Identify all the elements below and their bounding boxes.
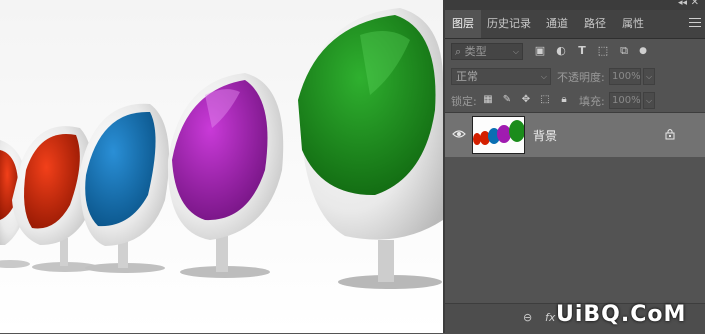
lock-all-icon[interactable]: 🔒︎ [558,94,570,106]
collapse-panel-icon[interactable]: ◂◂ [678,0,687,8]
canvas-image [0,0,443,333]
lock-icon [665,129,675,140]
panel-header-bar: ◂◂ ✕ [445,0,705,10]
layer-row[interactable]: 背景 [445,113,705,157]
blend-mode-select[interactable]: 正常 ⌵ [451,68,551,85]
smart-object-filter-icon[interactable]: ⧉ [617,44,631,58]
search-icon: ⌕ [455,45,462,58]
lock-paint-icon[interactable]: ✎ [501,94,513,106]
adjustment-filter-icon[interactable]: ◐ [554,44,568,58]
panel-menu-icon[interactable] [689,18,701,28]
tab-history[interactable]: 历史记录 [480,10,538,38]
layers-panel: ◂◂ ✕ 图层 历史记录 通道 路径 属性 ⌕ 类型 ⌵ ▣ ◐ T ⬚ ⧉ ●… [445,0,705,334]
fill-label: 填充: [579,95,605,108]
fill-input[interactable]: 100% [609,92,641,109]
chevron-down-icon: ⌵ [512,47,519,56]
lock-artboard-icon[interactable]: ⬚ [539,94,551,106]
tab-paths[interactable]: 路径 [577,10,613,38]
panel-tabs: 图层 历史记录 通道 路径 属性 [445,10,705,39]
filter-kind-select[interactable]: ⌕ 类型 ⌵ [451,43,523,60]
link-icon[interactable]: ⊖ [523,311,532,324]
watermark: UiBQ.CoM [556,302,687,327]
layer-thumbnail [472,116,525,154]
lock-row: 锁定: ▦ ✎ ✥ ⬚ 🔒︎ 填充: 100% ⌵ [445,90,705,113]
fx-icon[interactable]: fx [545,311,555,324]
tab-channels[interactable]: 通道 [539,10,575,38]
opacity-input[interactable]: 100% [609,68,641,85]
chevron-down-icon: ⌵ [540,72,547,81]
document-canvas[interactable] [0,0,443,333]
shape-filter-icon[interactable]: ⬚ [596,44,610,58]
lock-position-icon[interactable]: ✥ [520,94,532,106]
blend-mode-value: 正常 [456,70,478,83]
image-filter-icon[interactable]: ▣ [533,44,547,58]
layer-name[interactable]: 背景 [533,127,557,144]
eye-icon[interactable] [452,128,466,140]
opacity-slider-toggle[interactable]: ⌵ [643,68,655,85]
lock-label: 锁定: [451,95,477,108]
lock-pixels-icon[interactable]: ▦ [482,94,494,106]
type-filter-icon[interactable]: T [575,44,589,58]
tab-properties[interactable]: 属性 [615,10,651,38]
opacity-label: 不透明度: [557,71,605,84]
filter-kind-label: 类型 [464,45,487,58]
tab-layers[interactable]: 图层 [445,10,481,38]
layer-filter-row: ⌕ 类型 ⌵ ▣ ◐ T ⬚ ⧉ ● [445,40,705,64]
blend-row: 正常 ⌵ 不透明度: 100% ⌵ [445,66,705,88]
filter-toggle-icon[interactable]: ● [636,44,650,58]
close-icon[interactable]: ✕ [691,0,699,8]
fill-slider-toggle[interactable]: ⌵ [643,92,655,109]
